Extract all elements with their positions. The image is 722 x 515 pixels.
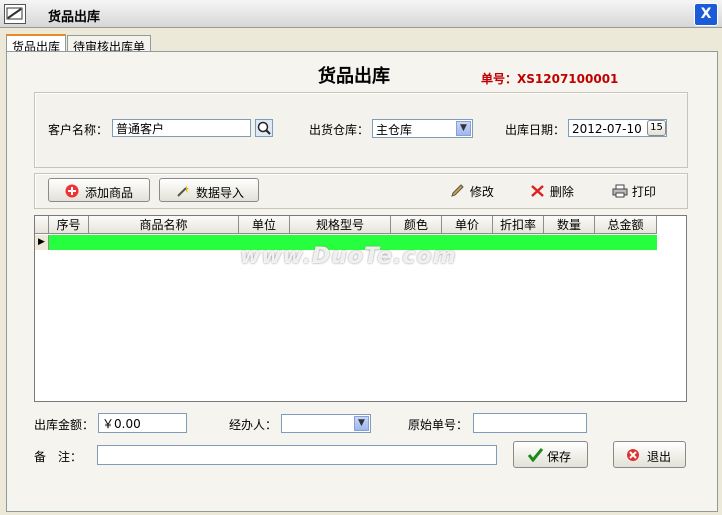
wand-icon (177, 185, 189, 197)
col-header-index[interactable]: 序号 (49, 216, 89, 234)
edit-button[interactable]: 修改 (450, 183, 494, 200)
handler-label: 经办人： (229, 418, 278, 432)
col-header-unit-price[interactable]: 单价 (442, 216, 493, 234)
col-header-total[interactable]: 总金额 (595, 216, 657, 234)
chevron-down-icon[interactable]: ▼ (354, 416, 369, 431)
amount-input[interactable]: ￥0.00 (98, 413, 187, 433)
title-bar: 货品出库 X (0, 0, 722, 28)
data-import-label: 数据导入 (196, 186, 245, 200)
delete-label: 删除 (549, 185, 574, 199)
app-icon (4, 4, 26, 24)
warehouse-label: 出货仓库： (309, 123, 370, 137)
save-button[interactable]: 保存 (513, 441, 588, 468)
handler-select[interactable]: ▼ (281, 414, 371, 433)
source-order-label: 原始单号： (408, 418, 469, 432)
col-header-product-name[interactable]: 商品名称 (89, 216, 239, 234)
save-label: 保存 (547, 450, 572, 464)
add-product-button[interactable]: 添加商品 (48, 178, 150, 202)
watermark: www.DuoTe.com (240, 244, 457, 269)
page-title: 货品出库 (318, 66, 390, 87)
edit-label: 修改 (469, 185, 494, 199)
customer-input[interactable]: 普通客户 (112, 119, 251, 137)
delete-x-icon (531, 185, 544, 197)
chevron-down-icon[interactable]: ▼ (456, 121, 471, 136)
warehouse-value: 主仓库 (376, 123, 413, 137)
window-title: 货品出库 (48, 10, 101, 25)
printer-icon (612, 184, 628, 198)
grid-corner (35, 216, 49, 234)
order-number: 单号：XS1207100001 (481, 72, 619, 86)
amount-label: 出库金额： (34, 418, 95, 432)
source-order-input[interactable] (473, 413, 587, 433)
col-header-color[interactable]: 颜色 (391, 216, 442, 234)
warehouse-select[interactable]: 主仓库 ▼ (372, 119, 473, 138)
calendar-button[interactable]: 15 (647, 120, 666, 136)
check-icon (528, 448, 543, 462)
customer-search-icon[interactable] (255, 119, 273, 137)
col-header-spec[interactable]: 规格型号 (290, 216, 391, 234)
date-label: 出库日期： (505, 123, 566, 137)
col-header-unit[interactable]: 单位 (239, 216, 290, 234)
exit-label: 退出 (647, 450, 672, 464)
remark-label: 备 注： (34, 450, 83, 464)
col-header-discount[interactable]: 折扣率 (493, 216, 544, 234)
add-product-label: 添加商品 (85, 186, 134, 200)
plus-icon (65, 184, 79, 198)
print-button[interactable]: 打印 (612, 183, 656, 200)
delete-button[interactable]: 删除 (530, 183, 574, 200)
exit-button[interactable]: 退出 (613, 441, 686, 468)
print-label: 打印 (631, 185, 656, 199)
exit-icon (627, 449, 639, 461)
col-header-quantity[interactable]: 数量 (544, 216, 595, 234)
customer-label: 客户名称： (48, 123, 109, 137)
pencil-icon (451, 184, 464, 197)
remark-input[interactable] (97, 445, 497, 465)
row-indicator-icon: ▶ (35, 235, 49, 250)
close-button[interactable]: X (694, 3, 718, 26)
data-import-button[interactable]: 数据导入 (159, 178, 259, 202)
